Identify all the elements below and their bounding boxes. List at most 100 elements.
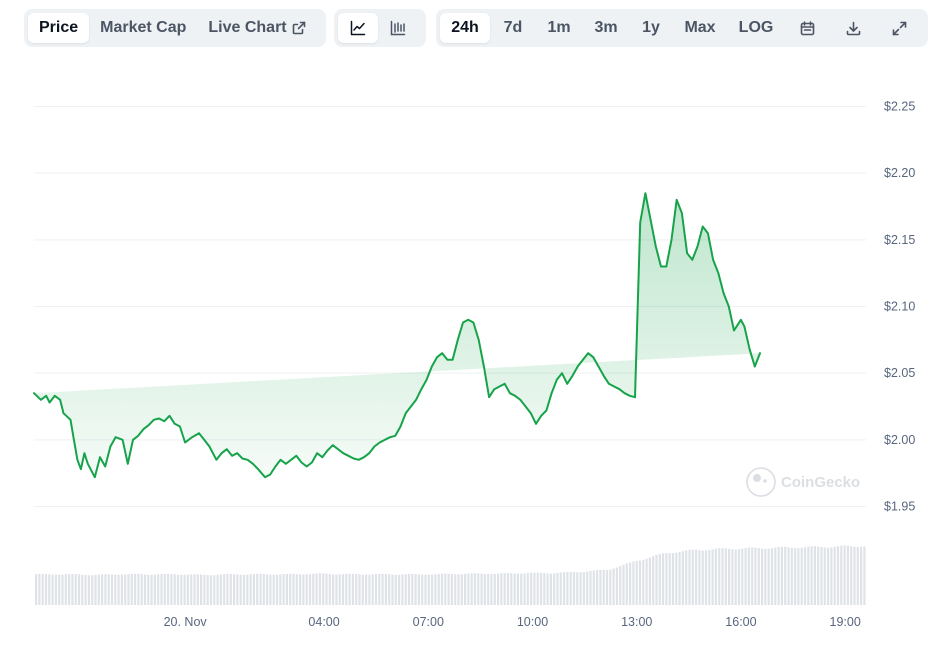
volume-bar bbox=[71, 573, 74, 605]
volume-bar bbox=[536, 572, 539, 605]
volume-bar bbox=[368, 574, 371, 605]
volume-bar bbox=[107, 574, 110, 605]
volume-bar bbox=[747, 547, 750, 605]
volume-bar bbox=[619, 566, 622, 605]
volume-bar bbox=[483, 573, 486, 605]
volume-bar bbox=[335, 574, 338, 605]
calendar-icon bbox=[800, 20, 815, 36]
volume-bar bbox=[130, 573, 133, 605]
volume-bar bbox=[157, 574, 160, 605]
volume-bar bbox=[790, 547, 793, 605]
volume-bar bbox=[599, 569, 602, 605]
volume-bar bbox=[589, 570, 592, 605]
volume-bar bbox=[853, 546, 856, 605]
volume-bar bbox=[510, 573, 513, 605]
volume-bar bbox=[137, 573, 140, 605]
volume-bar bbox=[691, 549, 694, 605]
volume-bar bbox=[332, 574, 335, 605]
range-3m[interactable]: 3m bbox=[582, 13, 630, 43]
volume-bar bbox=[487, 574, 490, 605]
volume-bar bbox=[147, 574, 150, 605]
expand-icon bbox=[892, 21, 907, 36]
volume-bar bbox=[741, 548, 744, 605]
volume-bar bbox=[378, 573, 381, 605]
volume-bar bbox=[744, 548, 747, 605]
volume-bar bbox=[675, 552, 678, 605]
price-chart[interactable]: CoinGecko $1.95 $2.00 $2.05 $2.10 $2.15 $2.20… bbox=[0, 60, 946, 649]
volume-bar bbox=[652, 556, 655, 605]
tab-live-chart[interactable]: Live Chart bbox=[197, 13, 316, 43]
volume-bar bbox=[576, 572, 579, 605]
metric-tab-group: Price Market Cap Live Chart bbox=[24, 9, 326, 47]
volume-bar bbox=[398, 574, 401, 605]
volume-bar bbox=[153, 574, 156, 605]
volume-bar bbox=[830, 547, 833, 605]
volume-bar bbox=[668, 553, 671, 605]
volume-bar bbox=[592, 570, 595, 605]
volume-bar bbox=[203, 574, 206, 605]
volume-bar bbox=[163, 573, 166, 605]
volume-bar bbox=[246, 574, 249, 605]
volume-bar bbox=[615, 567, 618, 605]
tab-price[interactable]: Price bbox=[28, 13, 90, 43]
volume-bar bbox=[127, 574, 130, 605]
volume-bar bbox=[648, 557, 651, 605]
tab-market-cap[interactable]: Market Cap bbox=[89, 13, 197, 43]
volume-bar bbox=[256, 573, 259, 605]
volume-bar bbox=[840, 545, 843, 605]
volume-bar bbox=[770, 548, 774, 605]
volume-bar bbox=[173, 574, 176, 605]
volume-bar bbox=[266, 574, 269, 605]
range-1y[interactable]: 1y bbox=[630, 13, 672, 43]
range-max[interactable]: Max bbox=[672, 13, 728, 43]
volume-bar bbox=[38, 573, 41, 605]
volume-bar bbox=[35, 574, 38, 605]
volume-bar bbox=[714, 548, 717, 605]
volume-bar bbox=[506, 573, 510, 605]
volume-bar bbox=[61, 574, 64, 605]
log-scale-button[interactable]: LOG bbox=[728, 13, 784, 43]
volume-bar bbox=[602, 569, 605, 605]
volume-bar bbox=[81, 574, 84, 605]
volume-bar bbox=[114, 574, 117, 605]
volume-bar bbox=[698, 550, 701, 605]
volume-bar bbox=[503, 572, 506, 605]
volume-bar bbox=[176, 574, 180, 605]
candlestick-chart-button[interactable] bbox=[378, 13, 418, 43]
download-button[interactable] bbox=[830, 13, 876, 43]
fullscreen-button[interactable] bbox=[876, 13, 922, 43]
volume-bar bbox=[701, 550, 704, 605]
line-chart-button[interactable] bbox=[338, 13, 378, 43]
volume-bar bbox=[582, 572, 585, 605]
volume-bar bbox=[236, 574, 239, 605]
range-1m[interactable]: 1m bbox=[536, 13, 582, 43]
volume-bar bbox=[520, 573, 523, 605]
y-tick-label: $2.25 bbox=[884, 100, 915, 114]
volume-bar bbox=[117, 574, 120, 605]
volume-bar bbox=[259, 573, 262, 605]
volume-bar bbox=[143, 574, 147, 605]
volume-bar bbox=[457, 574, 460, 605]
volume-bar bbox=[411, 573, 414, 605]
y-tick-label: $2.15 bbox=[884, 233, 915, 247]
volume-bar bbox=[632, 561, 635, 605]
volume-bar bbox=[767, 548, 770, 605]
volume-bar bbox=[780, 546, 783, 605]
calendar-button[interactable] bbox=[784, 13, 830, 43]
range-7d[interactable]: 7d bbox=[490, 13, 536, 43]
volume-bar bbox=[242, 574, 246, 605]
range-24h[interactable]: 24h bbox=[440, 13, 490, 43]
volume-bar bbox=[404, 574, 407, 605]
volume-bar bbox=[302, 574, 305, 605]
volume-bar bbox=[605, 569, 609, 605]
volume-bar bbox=[348, 573, 351, 605]
volume-bar bbox=[817, 546, 820, 605]
volume-bar bbox=[183, 574, 186, 605]
download-icon bbox=[846, 21, 861, 36]
volume-bar bbox=[678, 551, 681, 605]
x-tick-label: 19:00 bbox=[830, 615, 861, 629]
volume-bar bbox=[665, 552, 668, 605]
volume-bar bbox=[374, 574, 378, 605]
volume-bar bbox=[493, 573, 496, 605]
volume-bar bbox=[351, 573, 354, 605]
